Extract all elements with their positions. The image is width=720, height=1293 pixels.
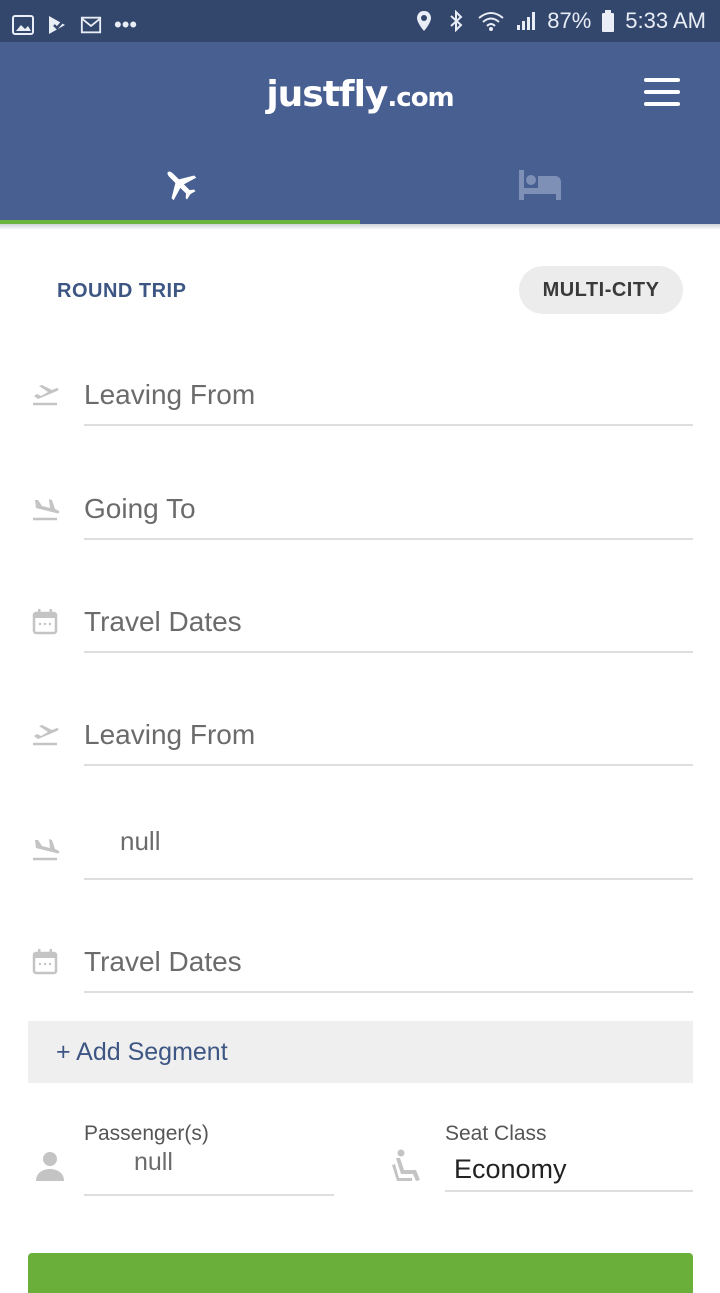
segment-2-going-row: null: [0, 820, 720, 900]
brand-name: justfly: [266, 74, 388, 115]
tab-hotels[interactable]: [360, 156, 720, 224]
bluetooth-icon: [450, 10, 463, 32]
download-check-icon: [49, 16, 65, 34]
battery-icon: [602, 10, 615, 32]
gallery-icon: [12, 15, 34, 35]
seat-icon: [392, 1149, 420, 1181]
app-header: justfly.com: [0, 42, 720, 224]
leaving-from-input[interactable]: Leaving From: [84, 706, 693, 766]
flight-takeoff-icon: [33, 385, 59, 406]
round-trip-button[interactable]: ROUND TRIP: [57, 280, 186, 303]
brand-suffix: .com: [387, 83, 454, 113]
flight-land-icon: [33, 499, 60, 521]
seat-class-select[interactable]: Economy: [445, 1148, 693, 1192]
person-icon: [36, 1152, 64, 1181]
gmail-icon: [80, 16, 102, 34]
segment-1-leaving-row: Leaving From: [0, 366, 720, 446]
seat-class-label: Seat Class: [445, 1122, 547, 1145]
more-notifications-icon: •••: [114, 12, 138, 37]
header-shadow: [0, 224, 720, 230]
tab-flights[interactable]: [0, 156, 360, 224]
signal-icon: [517, 12, 536, 30]
segment-2-leaving-row: Leaving From: [0, 706, 720, 786]
segment-1-dates-row: Travel Dates: [0, 593, 720, 673]
hamburger-menu-icon[interactable]: [644, 78, 682, 106]
one-way-button[interactable]: [306, 276, 410, 302]
calendar-icon: [32, 609, 58, 635]
passengers-value[interactable]: null: [84, 1144, 334, 1196]
bed-icon: [519, 170, 561, 200]
multi-city-button[interactable]: MULTI-CITY: [519, 266, 683, 314]
segment-1-going-row: Going To: [0, 480, 720, 560]
segment-2-dates-row: Travel Dates: [0, 933, 720, 1013]
calendar-icon: [32, 949, 58, 975]
clock: 5:33 AM: [625, 8, 706, 33]
wifi-icon: [478, 12, 504, 31]
going-to-input[interactable]: null: [84, 820, 693, 880]
battery-percent: 87%: [547, 8, 592, 33]
brand-logo[interactable]: justfly.com: [0, 74, 720, 115]
flight-takeoff-icon: [33, 725, 59, 746]
leaving-from-input[interactable]: Leaving From: [84, 366, 693, 426]
passengers-field[interactable]: Passenger(s) null: [28, 1118, 338, 1198]
going-to-input[interactable]: Going To: [84, 480, 693, 540]
travel-dates-input[interactable]: Travel Dates: [84, 933, 693, 993]
flight-land-icon: [33, 839, 60, 861]
seat-class-field[interactable]: Seat Class Economy: [388, 1118, 693, 1198]
add-segment-button[interactable]: + Add Segment: [28, 1021, 693, 1083]
search-flights-button[interactable]: [28, 1253, 693, 1293]
passengers-label: Passenger(s): [84, 1122, 209, 1145]
location-icon: [417, 11, 432, 31]
status-bar: ••• 87% 5:33 AM: [0, 0, 720, 42]
travel-dates-input[interactable]: Travel Dates: [84, 593, 693, 653]
airplane-icon: [167, 171, 197, 201]
trip-type-selector: ROUND TRIP MULTI-CITY: [0, 266, 720, 314]
